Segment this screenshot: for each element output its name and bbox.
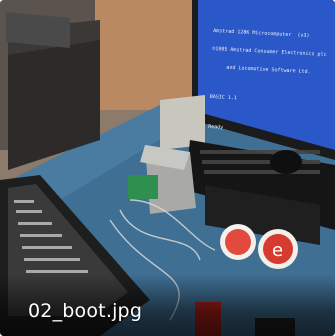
screen-line: and Locomotive Software Ltd. bbox=[211, 63, 311, 76]
svg-text:e: e bbox=[272, 240, 283, 261]
screen-line: Ready bbox=[208, 123, 224, 131]
screen-line: BASIC 1.1 bbox=[209, 93, 237, 102]
screen-line: ©1985 Amstrad Consumer Electronics plc bbox=[212, 45, 327, 58]
screen-line: Amstrad 128K Microcomputer (v3) bbox=[213, 27, 310, 40]
monitor-screen-text: Amstrad 128K Microcomputer (v3) ©1985 Am… bbox=[207, 16, 331, 148]
screen-line bbox=[211, 82, 329, 88]
photo-tile[interactable]: e Amstrad 128K Microcomputer (v3) ©1985 … bbox=[0, 0, 335, 336]
screen-line bbox=[209, 112, 327, 118]
filename-caption: 02_boot.jpg bbox=[28, 300, 143, 322]
